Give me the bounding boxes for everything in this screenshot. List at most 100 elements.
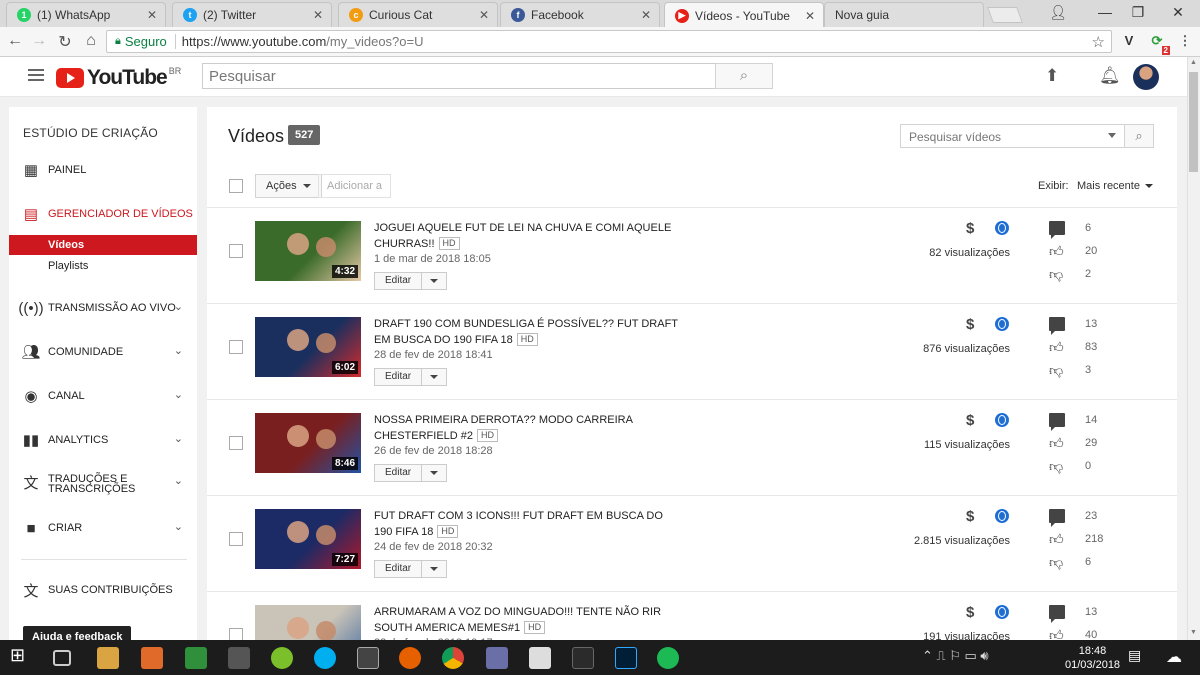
media-player-icon[interactable] bbox=[141, 647, 163, 669]
sidebar-item-channel[interactable]: ◉ CANAL ⌄ bbox=[9, 385, 197, 407]
sidebar-item-translations[interactable]: 文 TRADUÇÕES E TRANSCRIÇÕES ⌄ bbox=[9, 473, 197, 495]
forward-icon[interactable]: → bbox=[28, 32, 50, 50]
chevron-down-icon[interactable]: ⌄ bbox=[174, 344, 183, 357]
row-checkbox[interactable] bbox=[229, 532, 243, 546]
close-icon[interactable]: ✕ bbox=[313, 8, 323, 22]
add-to-button[interactable]: Adicionar a bbox=[318, 174, 392, 198]
public-globe-icon[interactable] bbox=[995, 605, 1009, 619]
comment-icon[interactable] bbox=[1049, 605, 1065, 623]
row-checkbox[interactable] bbox=[229, 436, 243, 450]
sidebar-item-contributions[interactable]: 文 SUAS CONTRIBUIÇÕES bbox=[9, 579, 197, 601]
extension-badge-icon[interactable]: ⟳ 2 bbox=[1148, 33, 1170, 55]
minimize-icon[interactable]: — bbox=[1090, 4, 1120, 20]
chrome-icon[interactable] bbox=[442, 647, 464, 669]
monetization-dollar-icon[interactable]: $ bbox=[966, 508, 974, 525]
system-tray[interactable]: ⌃ ⎍ ⚐ ▭ 🔊︎ bbox=[922, 648, 989, 664]
monetization-dollar-icon[interactable]: $ bbox=[966, 604, 974, 621]
chevron-down-icon[interactable]: ⌄ bbox=[174, 300, 183, 313]
comment-icon[interactable] bbox=[1049, 413, 1065, 431]
browser-tab[interactable]: c Curious Cat ✕ bbox=[338, 2, 498, 27]
sidebar-item-video-manager[interactable]: ▤ GERENCIADOR DE VÍDEOS bbox=[9, 203, 197, 225]
close-icon[interactable]: ✕ bbox=[805, 9, 815, 23]
video-editor-icon[interactable] bbox=[357, 647, 379, 669]
restore-icon[interactable]: ❐ bbox=[1123, 4, 1153, 21]
chevron-down-icon[interactable] bbox=[1108, 133, 1116, 138]
spotify-icon[interactable] bbox=[657, 647, 679, 669]
browser-tab[interactable]: Nova guia bbox=[824, 2, 984, 27]
scroll-up-icon[interactable]: ▲ bbox=[1190, 59, 1197, 66]
video-thumbnail[interactable]: 4:32 bbox=[255, 221, 361, 281]
clapper-icon[interactable] bbox=[529, 647, 551, 669]
sidebar-item-live[interactable]: ((•)) TRANSMISSÃO AO VIVO ⌄ bbox=[9, 297, 197, 319]
thumbs-down-icon[interactable]: 👎︎ bbox=[1049, 267, 1065, 281]
sidebar-subitem-playlists[interactable]: Playlists bbox=[9, 256, 197, 276]
app-icon[interactable] bbox=[486, 647, 508, 669]
reload-icon[interactable]: ↻ bbox=[54, 32, 76, 52]
close-icon[interactable]: ✕ bbox=[147, 8, 157, 22]
video-title[interactable]: FUT DRAFT COM 3 ICONS!!! FUT DRAFT EM BU… bbox=[374, 508, 684, 540]
chevron-down-icon[interactable] bbox=[422, 465, 446, 481]
monetization-dollar-icon[interactable]: $ bbox=[966, 316, 974, 333]
video-thumbnail[interactable]: 8:46 bbox=[255, 413, 361, 473]
scrollbar-thumb[interactable] bbox=[1189, 72, 1198, 172]
search-button[interactable]: ⌕ bbox=[715, 63, 773, 89]
video-row[interactable]: 6:02 DRAFT 190 COM BUNDESLIGA É POSSÍVEL… bbox=[207, 304, 1177, 399]
thumbs-up-icon[interactable]: 👍︎ bbox=[1049, 244, 1065, 258]
utorrent-icon[interactable] bbox=[271, 647, 293, 669]
thumbs-up-icon[interactable]: 👍︎ bbox=[1049, 340, 1065, 354]
edit-button[interactable]: Editar bbox=[374, 272, 448, 290]
home-icon[interactable]: ⌂ bbox=[80, 32, 102, 50]
browser-tab[interactable]: ▶ Vídeos - YouTube ✕ bbox=[664, 2, 824, 28]
upload-icon[interactable]: ⬆ bbox=[1045, 66, 1059, 86]
select-all-checkbox[interactable] bbox=[229, 179, 243, 193]
sidebar-item-create[interactable]: ■ CRIAR ⌄ bbox=[9, 517, 197, 539]
comment-icon[interactable] bbox=[1049, 317, 1065, 335]
task-view-icon[interactable] bbox=[53, 650, 71, 666]
menu-icon[interactable] bbox=[28, 69, 44, 84]
chevron-down-icon[interactable]: ⌄ bbox=[174, 432, 183, 445]
comment-icon[interactable] bbox=[1049, 509, 1065, 527]
sidebar-item-analytics[interactable]: ▮▮ ANALYTICS ⌄ bbox=[9, 429, 197, 451]
clock[interactable]: 18:48 01/03/2018 bbox=[1065, 644, 1120, 672]
video-title[interactable]: DRAFT 190 COM BUNDESLIGA É POSSÍVEL?? FU… bbox=[374, 316, 684, 348]
public-globe-icon[interactable] bbox=[995, 317, 1009, 331]
sidebar-item-dashboard[interactable]: ▦ PAINEL bbox=[9, 159, 197, 181]
thumbs-down-icon[interactable]: 👎︎ bbox=[1049, 459, 1065, 473]
monetization-dollar-icon[interactable]: $ bbox=[966, 412, 974, 429]
extension-v-icon[interactable]: V bbox=[1120, 33, 1138, 51]
row-checkbox[interactable] bbox=[229, 244, 243, 258]
video-thumbnail[interactable]: 6:02 bbox=[255, 317, 361, 377]
chevron-down-icon[interactable]: ⌄ bbox=[174, 388, 183, 401]
calculator-icon[interactable] bbox=[228, 647, 250, 669]
monetization-dollar-icon[interactable]: $ bbox=[966, 220, 974, 237]
public-globe-icon[interactable] bbox=[995, 509, 1009, 523]
browser-tab[interactable]: f Facebook ✕ bbox=[500, 2, 660, 27]
public-globe-icon[interactable] bbox=[995, 413, 1009, 427]
edit-button[interactable]: Editar bbox=[374, 560, 448, 578]
browser-tab[interactable]: t (2) Twitter ✕ bbox=[172, 2, 332, 27]
public-globe-icon[interactable] bbox=[995, 221, 1009, 235]
video-search-button[interactable]: ⌕ bbox=[1124, 124, 1154, 148]
chevron-down-icon[interactable]: ⌄ bbox=[174, 476, 183, 487]
video-row[interactable]: 8:46 NOSSA PRIMEIRA DERROTA?? MODO CARRE… bbox=[207, 400, 1177, 495]
comment-icon[interactable] bbox=[1049, 221, 1065, 239]
video-search-input[interactable]: Pesquisar vídeos bbox=[900, 124, 1125, 148]
video-row[interactable]: 7:27 FUT DRAFT COM 3 ICONS!!! FUT DRAFT … bbox=[207, 496, 1177, 591]
video-row[interactable]: ARRUMARAM A VOZ DO MINGUADO!!! TENTE NÃO… bbox=[207, 592, 1177, 647]
close-icon[interactable]: ✕ bbox=[641, 8, 651, 22]
thumbs-up-icon[interactable]: 👍︎ bbox=[1049, 532, 1065, 546]
search-input[interactable]: Pesquisar bbox=[202, 63, 716, 89]
back-icon[interactable]: ← bbox=[4, 32, 26, 50]
app-icon-2[interactable] bbox=[572, 647, 594, 669]
video-row[interactable]: 4:32 JOGUEI AQUELE FUT DE LEI NA CHUVA E… bbox=[207, 208, 1177, 303]
profile-icon[interactable]: 👤︎ bbox=[1043, 4, 1073, 21]
sort-dropdown[interactable]: Mais recente bbox=[1077, 180, 1153, 192]
chevron-down-icon[interactable] bbox=[422, 273, 446, 289]
browser-tab[interactable]: 1 (1) WhatsApp ✕ bbox=[6, 2, 166, 27]
chevron-down-icon[interactable] bbox=[422, 561, 446, 577]
edit-button[interactable]: Editar bbox=[374, 368, 448, 386]
chevron-down-icon[interactable] bbox=[422, 369, 446, 385]
store-icon[interactable] bbox=[97, 647, 119, 669]
bookmark-star-icon[interactable]: ☆ bbox=[1092, 33, 1105, 51]
thumbs-down-icon[interactable]: 👎︎ bbox=[1049, 363, 1065, 377]
